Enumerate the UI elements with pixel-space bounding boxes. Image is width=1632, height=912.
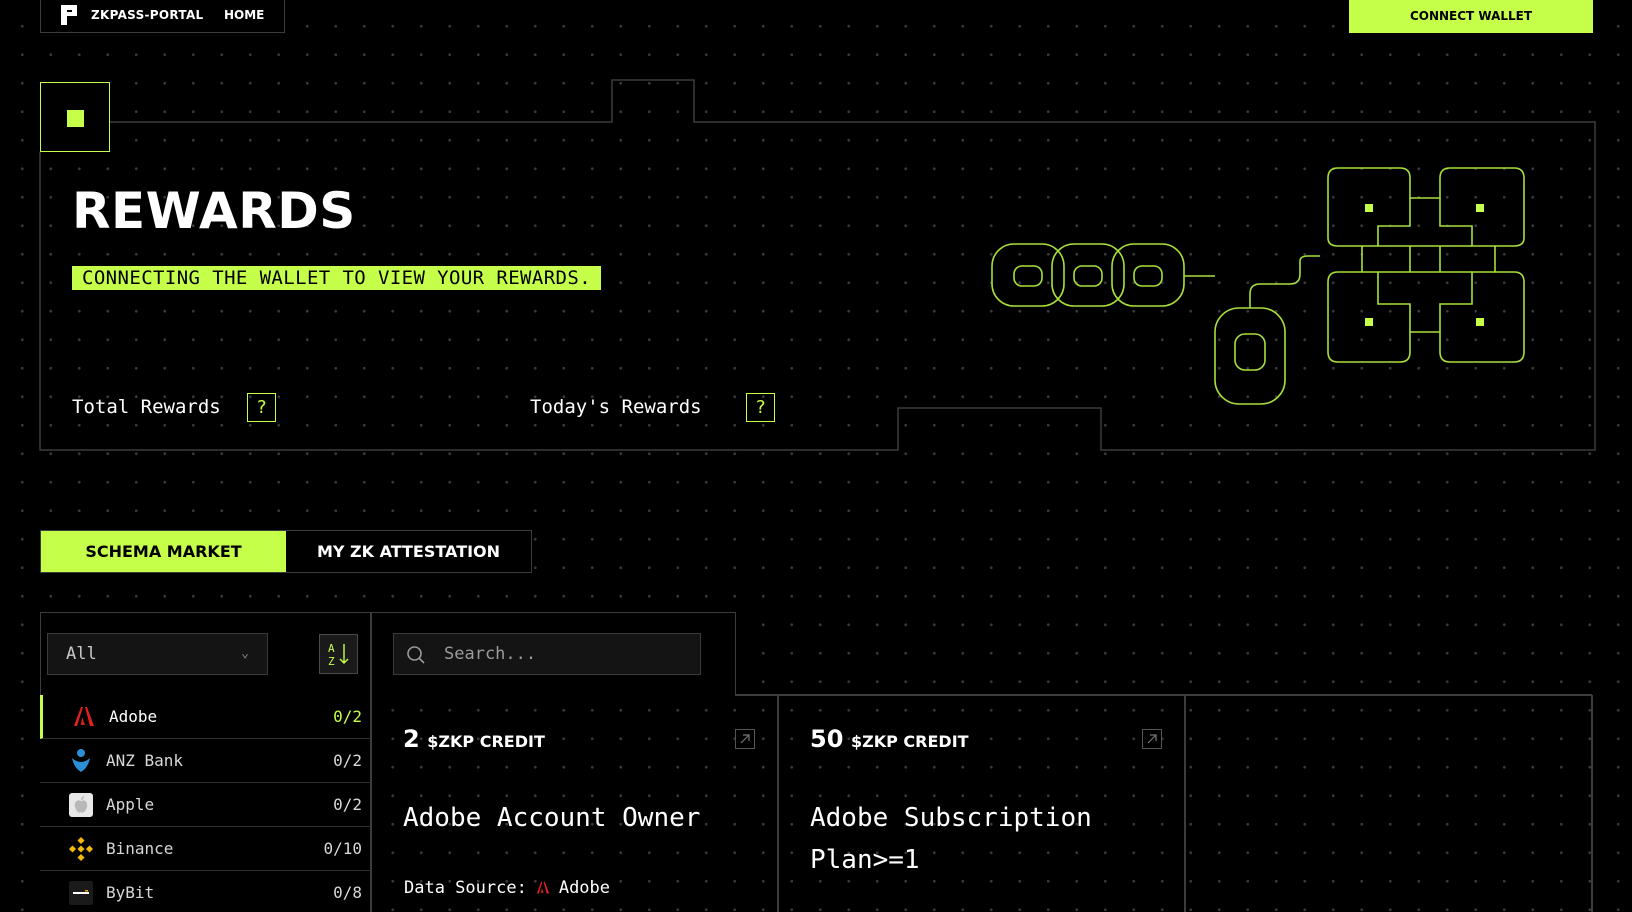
total-rewards-help-icon[interactable]: ? [247, 393, 276, 422]
data-source-name: Adobe [558, 878, 611, 898]
rewards-badge-icon [40, 82, 110, 152]
rewards-subtitle: CONNECTING THE WALLET TO VIEW YOUR REWAR… [72, 266, 602, 290]
provider-count: 0/2 [333, 751, 362, 770]
card-divider [1591, 695, 1593, 912]
chevron-down-icon: ⌄ [241, 646, 249, 661]
nav-home-link[interactable]: HOME [224, 8, 264, 22]
sort-az-button[interactable]: A Z [319, 634, 358, 674]
provider-item-adobe[interactable]: Adobe 0/2 [40, 695, 370, 739]
provider-count: 0/2 [333, 707, 362, 726]
credit-amount: 50 [810, 725, 844, 753]
search-icon [407, 646, 425, 664]
todays-rewards-help-icon[interactable]: ? [746, 393, 775, 422]
top-nav: ZKPASS-PORTAL HOME [40, 0, 285, 33]
provider-name: Apple [106, 795, 155, 814]
provider-name: Adobe [109, 707, 158, 726]
category-select-value: All [66, 644, 97, 664]
provider-item-binance[interactable]: Binance 0/10 [40, 827, 370, 871]
provider-count: 0/10 [323, 839, 362, 858]
total-rewards-label: Total Rewards [72, 396, 221, 418]
external-link-button[interactable] [1142, 729, 1162, 749]
card-title: Adobe Subscription Plan>=1 [810, 803, 1092, 875]
data-source-label: Data Source: [404, 878, 527, 898]
connect-wallet-button[interactable]: CONNECT WALLET [1349, 0, 1593, 33]
search-box [393, 633, 701, 675]
sort-az-icon: A Z [328, 642, 348, 667]
market-tabs: SCHEMA MARKET MY ZK ATTESTATION [40, 530, 532, 573]
provider-name: ANZ Bank [106, 751, 184, 770]
provider-name: ByBit [106, 883, 155, 902]
card-credit: 50 $ZKP CREDIT [810, 725, 969, 753]
svg-text:A: A [328, 642, 335, 655]
apple-icon [69, 793, 93, 817]
provider-item-anz-bank[interactable]: ANZ Bank 0/2 [40, 739, 370, 783]
provider-item-apple[interactable]: Apple 0/2 [40, 783, 370, 827]
zkpass-logo-icon [61, 5, 77, 25]
adobe-icon [74, 707, 94, 726]
card-credit: 2 $ZKP CREDIT [403, 725, 545, 753]
credit-amount: 2 [403, 725, 420, 753]
circuit-decoration-icon [991, 167, 1525, 405]
external-link-button[interactable] [735, 729, 755, 749]
provider-count: 0/8 [333, 883, 362, 902]
bybit-icon [69, 881, 93, 905]
anz-bank-icon [72, 749, 90, 772]
card-title: Adobe Account Owner [403, 803, 701, 833]
arrow-up-right-icon [740, 734, 750, 744]
card-data-source: Data Source: Adobe [404, 878, 610, 898]
card-divider [1184, 695, 1186, 912]
credit-unit: $ZKP CREDIT [850, 732, 969, 751]
search-input[interactable] [444, 634, 694, 674]
arrow-up-right-icon [1147, 734, 1157, 744]
credit-unit: $ZKP CREDIT [427, 732, 545, 751]
provider-count: 0/2 [333, 795, 362, 814]
provider-item-bybit[interactable]: ByBit 0/8 [40, 871, 370, 912]
svg-text:Z: Z [328, 655, 335, 667]
brand-name: ZKPASS-PORTAL [91, 8, 204, 22]
tab-my-zk-attestation[interactable]: MY ZK ATTESTATION [286, 531, 531, 572]
adobe-icon [536, 881, 549, 894]
category-select[interactable]: All ⌄ [47, 633, 268, 675]
rewards-title: REWARDS [72, 182, 356, 240]
tab-schema-market[interactable]: SCHEMA MARKET [41, 531, 286, 572]
todays-rewards-label: Today's Rewards [530, 396, 702, 418]
schema-card[interactable]: 50 $ZKP CREDIT Adobe Subscription Plan>=… [778, 695, 1184, 912]
provider-name: Binance [106, 839, 174, 858]
binance-icon [68, 836, 94, 862]
provider-list: Adobe 0/2 ANZ Bank 0/2 Apple 0/2 Binance [40, 695, 370, 912]
